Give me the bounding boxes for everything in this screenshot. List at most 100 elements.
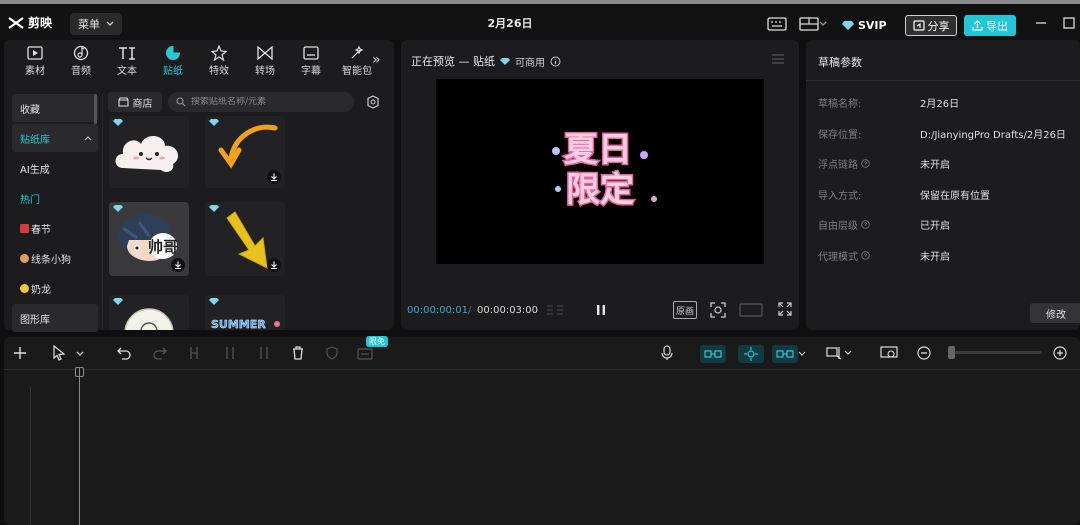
search-icon: [176, 97, 186, 107]
tab-label: 文本: [117, 66, 137, 77]
split-left-icon[interactable]: [222, 345, 238, 361]
prop-value: 已开启: [920, 220, 950, 232]
prop-label-text: 自由层级: [818, 220, 858, 232]
sidebar-item-sticker-library[interactable]: 贴纸库: [12, 124, 98, 152]
red-envelope-icon: [20, 223, 29, 233]
zoom-fit-icon[interactable]: [880, 345, 898, 361]
draft-params-title: 草稿参数: [818, 56, 862, 69]
upload-icon: [972, 20, 983, 31]
total-time: 00:00:03:00: [477, 305, 539, 316]
tab-subtitle[interactable]: 字幕: [288, 44, 334, 80]
timeline-toolbar: 限免: [4, 336, 1080, 369]
menu-lines-icon[interactable]: [771, 54, 785, 64]
delete-icon[interactable]: [290, 345, 306, 361]
menu-label: 菜单: [78, 18, 100, 31]
tab-effects[interactable]: 特效: [196, 44, 242, 80]
tab-transition[interactable]: 转场: [242, 44, 288, 80]
sticker-item[interactable]: 帅哥: [109, 202, 189, 276]
preview-axis-icon: [826, 347, 842, 360]
menu-button[interactable]: 菜单: [70, 13, 122, 35]
redo-icon[interactable]: [152, 345, 168, 361]
help-icon[interactable]: [861, 250, 870, 260]
sidebar-item-favorites[interactable]: 收藏: [12, 94, 98, 122]
zoom-out-icon[interactable]: [916, 345, 932, 361]
info-icon[interactable]: [550, 56, 561, 67]
split-icon[interactable]: [186, 345, 202, 361]
minimize-icon[interactable]: [1034, 16, 1048, 30]
maximize-icon[interactable]: [1062, 16, 1076, 30]
original-quality-button[interactable]: 原画: [673, 301, 697, 319]
playhead[interactable]: [79, 367, 80, 525]
sidebar-item-spring[interactable]: 春节: [12, 214, 98, 242]
zoom-in-icon[interactable]: [1052, 345, 1068, 361]
sidebar-item-line-dog[interactable]: 线条小狗: [12, 244, 98, 272]
tab-sticker[interactable]: 贴纸: [150, 44, 196, 80]
sidebar-item-label: 收藏: [20, 104, 40, 116]
sticker-item[interactable]: [205, 116, 285, 188]
sidebar-item-shapes[interactable]: 图形库: [12, 304, 98, 332]
sidebar-item-label: AI生成: [20, 164, 50, 176]
download-button[interactable]: [267, 170, 281, 184]
export-label: 导出: [986, 19, 1008, 33]
prop-label-text: 草稿名称:: [818, 98, 862, 110]
select-cursor-icon[interactable]: [52, 345, 66, 361]
tab-text[interactable]: 文本: [104, 44, 150, 80]
main-track-magnet-button[interactable]: [700, 345, 726, 363]
chevron-down-icon[interactable]: [76, 345, 84, 361]
search-input[interactable]: [191, 97, 341, 107]
tab-audio[interactable]: 音频: [58, 44, 104, 80]
sidebar-item-label: 春节: [31, 224, 51, 236]
transition-icon: [257, 44, 273, 62]
keyboard-shortcut-button[interactable]: [766, 15, 788, 33]
shield-icon[interactable]: [324, 345, 340, 361]
preview-title: 正在预览 — 贴纸: [411, 55, 495, 68]
sticker-search[interactable]: [168, 92, 354, 112]
help-icon[interactable]: [861, 158, 870, 168]
settings-filter-icon[interactable]: [366, 95, 380, 109]
preview-canvas[interactable]: 夏日 限定: [436, 79, 764, 264]
divider: [806, 80, 1080, 81]
prop-label: 自由层级: [818, 217, 920, 232]
zoom-slider-track[interactable]: [950, 351, 1042, 354]
sticker-item[interactable]: [205, 202, 285, 276]
sticker-item[interactable]: [109, 295, 189, 330]
more-tabs-icon[interactable]: »: [372, 52, 381, 68]
sidebar-item-hot[interactable]: 热门: [12, 184, 98, 212]
undo-icon[interactable]: [116, 345, 132, 361]
preview-axis-button[interactable]: [820, 345, 858, 361]
timecode-grid-icon[interactable]: [545, 302, 565, 318]
diamond-icon: [209, 119, 219, 126]
prop-value: 未开启: [920, 251, 950, 263]
svip-button[interactable]: SVIP: [842, 14, 898, 36]
export-button[interactable]: 导出: [964, 15, 1016, 36]
modify-button[interactable]: 修改: [1030, 303, 1080, 323]
linkage-button[interactable]: [770, 345, 808, 363]
tab-label: 字幕: [301, 66, 321, 77]
ratio-icon[interactable]: [739, 301, 763, 319]
sticker-item[interactable]: [109, 116, 189, 188]
zoom-slider-handle[interactable]: [948, 346, 955, 359]
layout-button[interactable]: [796, 15, 830, 33]
pause-icon[interactable]: [595, 303, 607, 317]
share-button[interactable]: 分享: [905, 15, 957, 36]
split-right-icon[interactable]: [256, 345, 272, 361]
add-track-icon[interactable]: [12, 345, 28, 361]
sticker-item[interactable]: SUMMER: [205, 295, 285, 330]
prop-label: 保存位置:: [818, 126, 920, 141]
download-button[interactable]: [171, 258, 185, 272]
microphone-icon[interactable]: [660, 345, 674, 361]
sidebar-scrollbar[interactable]: [94, 94, 97, 124]
auto-snap-button[interactable]: [738, 345, 764, 363]
tab-media[interactable]: 素材: [12, 44, 58, 80]
title-bar: 剪映 菜单 2月26日 SVIP 分享 导出: [0, 0, 1080, 40]
help-icon[interactable]: [861, 219, 870, 229]
store-button[interactable]: 商店: [108, 92, 162, 112]
sidebar-item-nailong[interactable]: 奶龙: [12, 274, 98, 302]
sidebar-item-ai[interactable]: AI生成: [12, 154, 98, 182]
tab-label: 转场: [255, 66, 275, 77]
download-button[interactable]: [267, 258, 281, 272]
focus-icon[interactable]: [709, 301, 727, 319]
sidebar-divider: [102, 94, 103, 330]
auto-caption-icon[interactable]: [356, 345, 374, 361]
fullscreen-icon[interactable]: [777, 301, 793, 317]
